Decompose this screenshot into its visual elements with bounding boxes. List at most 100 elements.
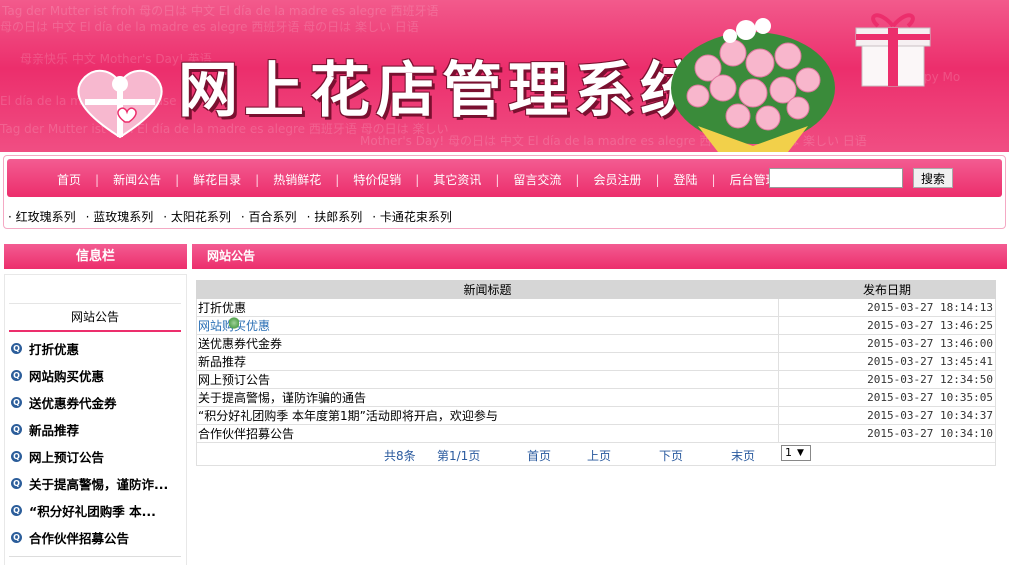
news-date: 2015-03-27 13:46:00 (778, 334, 996, 353)
nav-menu: 首页 | 新闻公告 | 鲜花目录 | 热销鲜花 | 特价促销 | 其它资讯 | 留言交流 | … (57, 171, 778, 188)
nav-item-other-info[interactable]: 其它资讯 (433, 171, 481, 188)
news-date: 2015-03-27 12:34:50 (778, 370, 996, 389)
table-row: 打折优惠 2015-03-27 18:14:13 (196, 298, 996, 317)
pager-total: 共8条 (384, 449, 416, 463)
nav-item-specials[interactable]: 特价促销 (353, 171, 401, 188)
sidebar-item-label: 打折优惠 (29, 342, 80, 357)
category-red-rose[interactable]: · 红玫瑰系列 (8, 208, 76, 225)
flower-bouquet-icon (671, 18, 835, 152)
pager-prev-link[interactable]: 上页 (587, 447, 611, 464)
dropdown-arrow-icon: ▼ (797, 448, 804, 458)
pager-last-link[interactable]: 末页 (731, 447, 755, 464)
gift-box-icon (855, 13, 931, 87)
news-title-link[interactable]: 关于提高警惕，谨防诈骗的通告 (196, 388, 779, 407)
bullet-q-icon: Q (11, 343, 22, 354)
search-input[interactable] (769, 168, 903, 188)
category-lily[interactable]: · 百合系列 (241, 208, 297, 225)
bullet-q-icon: Q (11, 505, 22, 516)
news-title-link[interactable]: 网上预订公告 (196, 370, 779, 389)
nav-separator: | (495, 172, 500, 187)
nav-separator: | (415, 172, 420, 187)
sidebar-item-label: “积分好礼团购季 本... (29, 504, 156, 519)
table-row: “积分好礼团购季 本年度第1期”活动即将开启，欢迎参与 2015-03-27 10… (196, 406, 996, 425)
news-date: 2015-03-27 10:34:10 (778, 424, 996, 443)
news-date: 2015-03-27 10:34:37 (778, 406, 996, 425)
bullet-q-icon: Q (11, 397, 22, 408)
sidebar-item[interactable]: Q 关于提高警惕，谨防诈... (11, 470, 183, 497)
nav-item-catalog[interactable]: 鲜花目录 (193, 171, 241, 188)
news-title-link[interactable]: 网站购买优惠 (196, 316, 779, 335)
nav-separator: | (255, 172, 260, 187)
heart-gift-icon (77, 69, 163, 139)
bullet-q-icon: Q (11, 370, 22, 381)
table-header-row: 新闻标题 发布日期 (196, 280, 996, 299)
nav-separator: | (655, 172, 660, 187)
sidebar-item-label: 新品推荐 (29, 423, 80, 438)
table-row: 合作伙伴招募公告 2015-03-27 10:34:10 (196, 424, 996, 443)
nav-item-home[interactable]: 首页 (57, 171, 81, 188)
sidebar-announcement-list: Q 打折优惠 Q 网站购买优惠 Q 送优惠券代金券 Q 新品推荐 Q 网上预订公告 Q 关于… (11, 335, 183, 551)
navigation-panel: 首页 | 新闻公告 | 鲜花目录 | 热销鲜花 | 特价促销 | 其它资讯 | 留言交流 | … (3, 155, 1006, 229)
sidebar-section-title: 网站公告 (9, 303, 181, 332)
sidebar-item[interactable]: Q 打折优惠 (11, 335, 183, 362)
news-date: 2015-03-27 13:46:25 (778, 316, 996, 335)
banner-decoration: 母の日は 中文 El día de la madre es alegre 西班牙… (0, 20, 419, 34)
nav-item-register[interactable]: 会员注册 (593, 171, 641, 188)
main-navbar: 首页 | 新闻公告 | 鲜花目录 | 热销鲜花 | 特价促销 | 其它资讯 | 留言交流 | … (7, 159, 1002, 197)
pager-first-link[interactable]: 首页 (527, 447, 551, 464)
banner-decoration: Tag der Mutter ist froh 母の日は 中文 El día d… (2, 4, 439, 18)
sidebar-item-label: 送优惠券代金券 (29, 396, 117, 411)
column-header-title: 新闻标题 (196, 280, 779, 299)
page-select[interactable]: 1 ▼ (781, 445, 811, 461)
nav-item-news[interactable]: 新闻公告 (113, 171, 161, 188)
nav-separator: | (95, 172, 100, 187)
nav-item-hot-flowers[interactable]: 热销鲜花 (273, 171, 321, 188)
news-title-link[interactable]: 新品推荐 (196, 352, 779, 371)
category-sunflower[interactable]: · 太阳花系列 (163, 208, 231, 225)
main-section-header: 网站公告 (192, 244, 1007, 269)
table-row: 网上预订公告 2015-03-27 12:34:50 (196, 370, 996, 389)
news-title-link[interactable]: 打折优惠 (196, 298, 779, 317)
nav-separator: | (335, 172, 340, 187)
news-date: 2015-03-27 13:45:41 (778, 352, 996, 371)
bullet-q-icon: Q (11, 478, 22, 489)
table-row: 新品推荐 2015-03-27 13:45:41 (196, 352, 996, 371)
category-cartoon-bouquet[interactable]: · 卡通花束系列 (372, 208, 452, 225)
mouse-cursor-icon (229, 316, 239, 330)
pager-page-info: 第1/1页 (437, 449, 481, 463)
search-button[interactable]: 搜索 (913, 168, 953, 188)
news-date: 2015-03-27 18:14:13 (778, 298, 996, 317)
bullet-q-icon: Q (11, 424, 22, 435)
pagination: 共8条 第1/1页 首页 上页 下页 末页 1 ▼ (198, 443, 994, 465)
sidebar-item-label: 网上预订公告 (29, 450, 105, 465)
site-title: 网上花店管理系统 (178, 56, 706, 126)
news-title-link[interactable]: 送优惠券代金券 (196, 334, 779, 353)
bullet-q-icon: Q (11, 532, 22, 543)
sidebar-item-label: 网站购买优惠 (29, 369, 105, 384)
nav-item-login[interactable]: 登陆 (674, 171, 698, 188)
nav-separator: | (711, 172, 716, 187)
category-gerbera[interactable]: · 扶郎系列 (307, 208, 363, 225)
bullet-q-icon: Q (11, 451, 22, 462)
column-header-date: 发布日期 (778, 280, 996, 299)
news-date: 2015-03-27 10:35:05 (778, 388, 996, 407)
category-blue-rose[interactable]: · 蓝玫瑰系列 (86, 208, 154, 225)
sidebar-item[interactable]: Q “积分好礼团购季 本... (11, 497, 183, 524)
pager-row: 共8条 第1/1页 首页 上页 下页 末页 1 ▼ (196, 442, 996, 466)
table-row: 关于提高警惕，谨防诈骗的通告 2015-03-27 10:35:05 (196, 388, 996, 407)
news-title-link[interactable]: “积分好礼团购季 本年度第1期”活动即将开启，欢迎参与 (196, 406, 779, 425)
sidebar-item[interactable]: Q 网上预订公告 (11, 443, 183, 470)
sidebar-item[interactable]: Q 合作伙伴招募公告 (11, 524, 183, 551)
category-links: · 红玫瑰系列 · 蓝玫瑰系列 · 太阳花系列 · 百合系列 · 扶郎系列 · … (8, 208, 462, 225)
news-title-link[interactable]: 合作伙伴招募公告 (196, 424, 779, 443)
sidebar-item[interactable]: Q 网站购买优惠 (11, 362, 183, 389)
sidebar-item[interactable]: Q 新品推荐 (11, 416, 183, 443)
pager-next-link[interactable]: 下页 (659, 447, 683, 464)
sidebar-panel: 网站公告 Q 打折优惠 Q 网站购买优惠 Q 送优惠券代金券 Q 新品推荐 Q 网上预订公… (4, 274, 187, 565)
table-row: 网站购买优惠2015-03-27 13:46:25 (196, 316, 996, 335)
sidebar-item[interactable]: Q 送优惠券代金券 (11, 389, 183, 416)
nav-separator: | (575, 172, 580, 187)
sidebar-item-label: 关于提高警惕，谨防诈... (29, 477, 169, 492)
sidebar-divider (9, 556, 181, 557)
nav-item-guestbook[interactable]: 留言交流 (513, 171, 561, 188)
